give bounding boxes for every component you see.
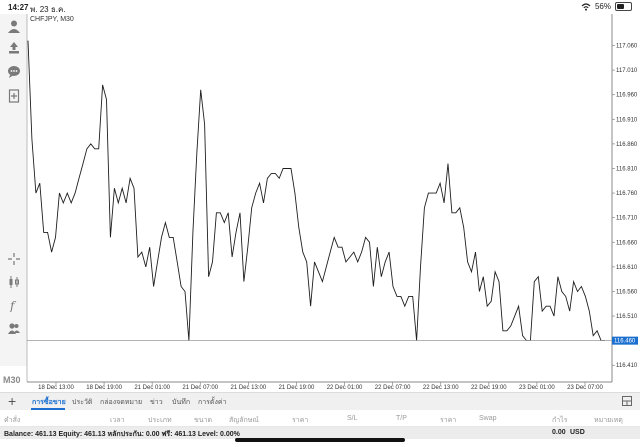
y-tick-label: 116.760 (616, 191, 638, 197)
col-comment: หมายเหตุ (594, 417, 623, 424)
y-axis-ticks: 117.060 117.010 116.960 116.910 116.860 116.8… (612, 44, 638, 369)
col-profit: กำไร (552, 417, 568, 424)
col-order: คำสั่ง (4, 417, 21, 424)
y-tick-label: 116.660 (616, 240, 638, 246)
y-tick-label: 117.010 (616, 68, 638, 74)
tab-news[interactable]: ข่าว (150, 397, 163, 408)
x-tick-label: 22 Dec 07:00 (375, 385, 411, 391)
account-summary: Balance: 461.13 Equity: 461.13 หลักประกั… (4, 431, 240, 438)
col-symbol: สัญลักษณ์ (229, 417, 259, 424)
tab-journal[interactable]: บันทึก (172, 397, 190, 408)
tab-history[interactable]: ประวัติ (72, 397, 92, 408)
x-tick-label: 21 Dec 19:00 (279, 385, 315, 391)
add-icon[interactable]: + (8, 393, 16, 410)
total-profit: 0.00 (552, 429, 566, 436)
tab-settings[interactable]: การตั้งค่า (198, 397, 227, 408)
col-swap: Swap (479, 415, 497, 422)
col-tp: T/P (396, 415, 407, 422)
col-time: เวลา (110, 417, 125, 424)
col-current-price: ราคา (440, 417, 457, 424)
account-currency: USD (570, 429, 585, 436)
x-tick-label: 23 Dec 07:00 (567, 385, 603, 391)
x-tick-label: 22 Dec 19:00 (471, 385, 507, 391)
y-tick-label: 116.860 (616, 142, 638, 148)
chart-background (27, 14, 612, 382)
x-tick-label: 22 Dec 01:00 (327, 385, 363, 391)
y-tick-label: 117.060 (616, 44, 638, 50)
x-tick-label: 22 Dec 13:00 (423, 385, 459, 391)
x-tick-label: 21 Dec 13:00 (231, 385, 267, 391)
col-volume: ขนาด (194, 417, 213, 424)
y-tick-label: 116.910 (616, 117, 638, 123)
y-tick-label: 116.710 (616, 216, 638, 222)
y-tick-label: 116.960 (616, 93, 638, 99)
y-tick-label: 116.560 (616, 289, 638, 295)
tab-trade[interactable]: การซื้อขาย (32, 397, 66, 408)
y-tick-label: 116.410 (616, 363, 638, 369)
col-sl: S/L (347, 415, 358, 422)
y-tick-label: 116.810 (616, 166, 638, 172)
x-tick-label: 23 Dec 01:00 (519, 385, 555, 391)
tab-mailbox[interactable]: กล่องจดหมาย (100, 397, 142, 408)
y-tick-label: 116.610 (616, 265, 638, 271)
current-price-label: 116.460 (614, 339, 636, 345)
x-axis-ticks: 18 Dec 13:00 18 Dec 19:00 21 Dec 01:00 21 D… (38, 382, 604, 391)
orders-header: คำสั่ง เวลา ประเภท ขนาด สัญลักษณ์ ราคา S… (0, 410, 640, 427)
x-tick-label: 21 Dec 01:00 (134, 385, 170, 391)
price-chart[interactable]: CHFJPY, M30 117.060 117.010 116.960 116.910… (0, 0, 640, 392)
terminal-tabbar: + การซื้อขาย ประวัติ กล่องจดหมาย ข่าว บั… (0, 392, 640, 410)
col-type: ประเภท (148, 417, 172, 424)
chart-symbol: CHFJPY, M30 (30, 16, 74, 23)
x-tick-label: 18 Dec 13:00 (38, 385, 74, 391)
x-tick-label: 21 Dec 07:00 (182, 385, 218, 391)
home-indicator (235, 438, 405, 442)
col-price: ราคา (292, 417, 309, 424)
panel-layout-icon[interactable] (622, 396, 632, 406)
x-tick-label: 18 Dec 19:00 (86, 385, 122, 391)
y-tick-label: 116.510 (616, 314, 638, 320)
